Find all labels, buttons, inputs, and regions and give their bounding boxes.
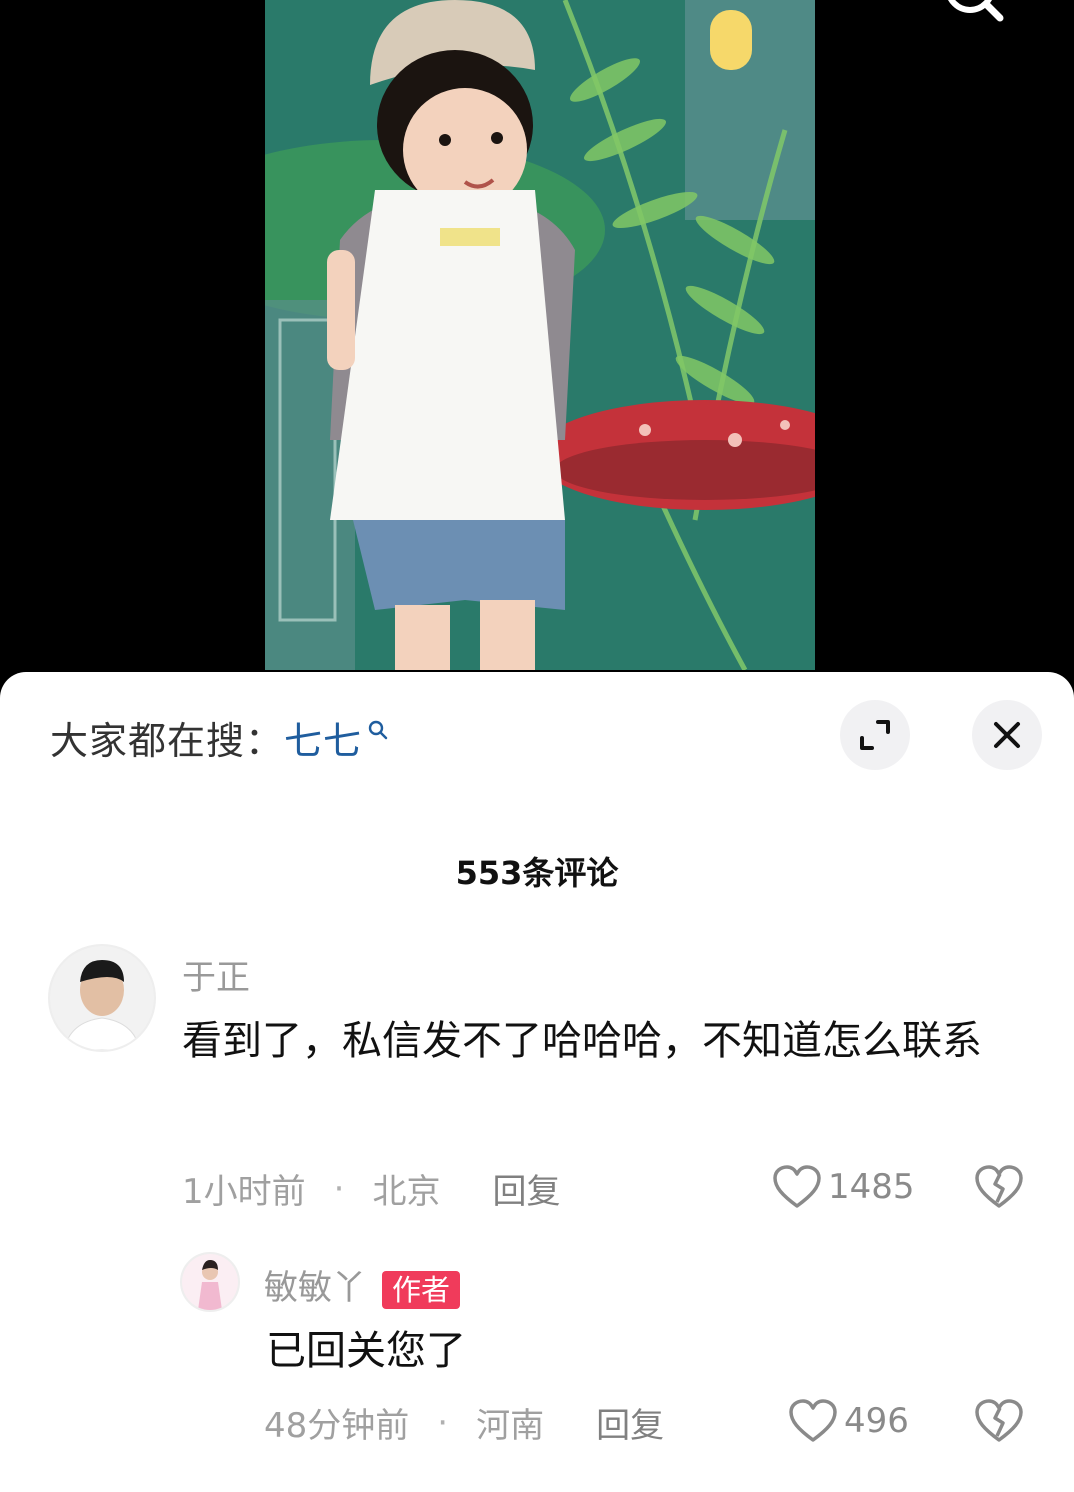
- close-icon: [994, 722, 1020, 748]
- reply-button[interactable]: 回复: [492, 1164, 560, 1213]
- search-icon[interactable]: [368, 720, 388, 740]
- reply-username[interactable]: 敏敏丫: [264, 1268, 366, 1308]
- reply-username-row: 敏敏丫 作者: [264, 1260, 461, 1309]
- trending-search-bar: 大家都在搜： 七七: [50, 710, 388, 765]
- author-badge: 作者: [382, 1270, 461, 1309]
- comment-location: 北京: [372, 1172, 441, 1212]
- like-count: 496: [844, 1401, 909, 1441]
- broken-heart-icon[interactable]: [974, 1164, 1024, 1210]
- expand-button[interactable]: [840, 700, 910, 770]
- broken-heart-icon[interactable]: [974, 1398, 1024, 1444]
- reply-location: 河南: [476, 1406, 545, 1446]
- comments-count-title: 553条评论: [455, 854, 619, 892]
- trending-search-prefix: 大家都在搜：: [50, 718, 285, 763]
- expand-icon: [860, 720, 890, 750]
- like-count: 1485: [828, 1167, 915, 1207]
- reply-text: 已回关您了: [266, 1328, 466, 1374]
- reply-time: 48分钟前: [264, 1406, 410, 1446]
- comment-time: 1小时前: [182, 1172, 306, 1212]
- meta-separator: ·: [437, 1402, 449, 1443]
- reply-meta: 48分钟前 · 河南 回复: [264, 1398, 664, 1447]
- comments-sheet: 大家都在搜： 七七 553条评论 于正 看到了，私信发不了哈哈哈，不知道怎么联系…: [0, 672, 1074, 1492]
- avatar-image: [50, 946, 154, 1050]
- heart-icon: [773, 1165, 821, 1208]
- trending-search-term-link[interactable]: 七七: [284, 710, 362, 765]
- avatar[interactable]: [180, 1252, 240, 1312]
- meta-separator: ·: [333, 1168, 345, 1209]
- avatar[interactable]: [48, 944, 156, 1052]
- close-button[interactable]: [972, 700, 1042, 770]
- video-player[interactable]: [0, 0, 1074, 690]
- heart-icon: [789, 1399, 837, 1442]
- video-frame-photo: [265, 0, 815, 670]
- like-button[interactable]: 496: [788, 1398, 909, 1444]
- comment-meta: 1小时前 · 北京 回复: [182, 1164, 560, 1213]
- avatar-image: [182, 1254, 238, 1310]
- child-photo-illustration: [265, 0, 815, 670]
- reply-button[interactable]: 回复: [596, 1398, 664, 1447]
- like-button[interactable]: 1485: [772, 1164, 915, 1210]
- comment-text: 看到了，私信发不了哈哈哈，不知道怎么联系: [182, 1018, 982, 1064]
- comment-username[interactable]: 于正: [182, 950, 250, 999]
- search-icon[interactable]: [940, 0, 1010, 28]
